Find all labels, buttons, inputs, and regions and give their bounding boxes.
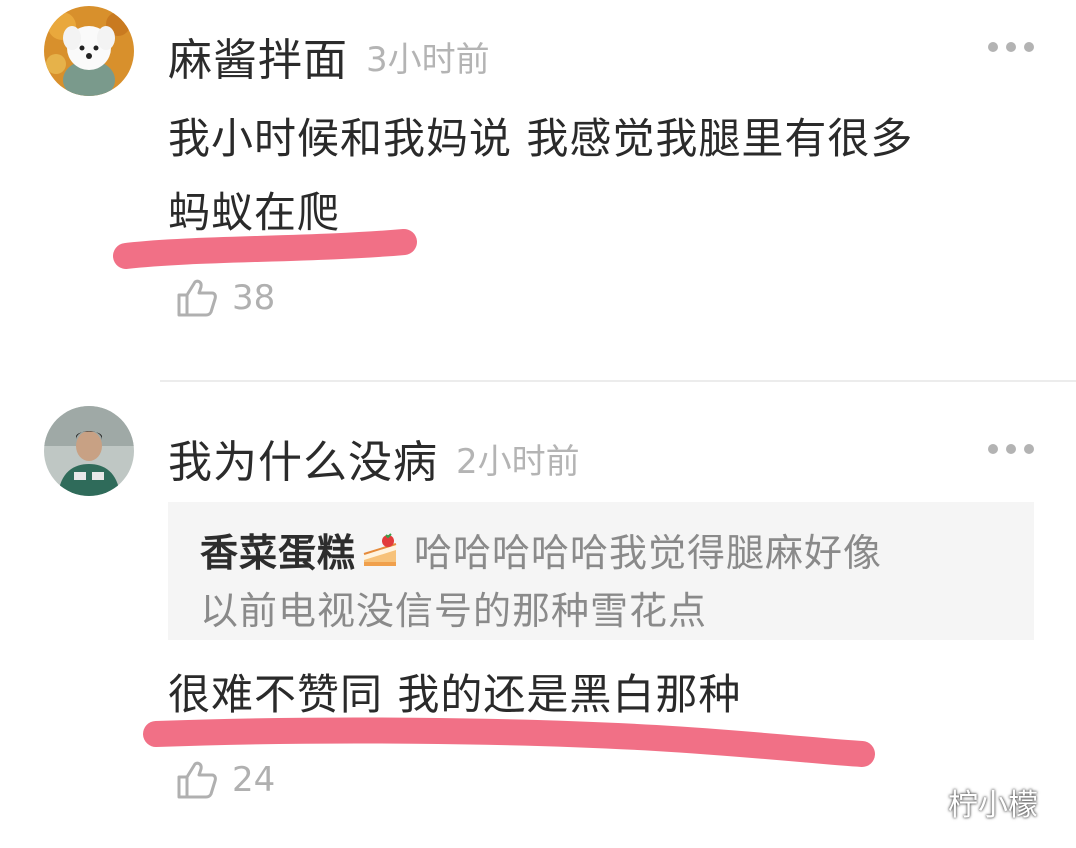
wechat-icon xyxy=(904,783,948,821)
like-button[interactable]: 24 xyxy=(176,760,275,800)
comment-text-line-1: 我小时候和我妈说 我感觉我腿里有很多 xyxy=(168,114,914,163)
quote-text-line-1: 哈哈哈哈哈我觉得腿麻好像 xyxy=(414,531,883,575)
comment-text-line-1: 很难不赞同 我的还是黑白那种 xyxy=(168,670,742,719)
quoted-reply[interactable]: 香菜蛋糕 哈哈哈哈哈我觉得腿麻好像 以前电视没信号的那种雪花点 xyxy=(168,502,1034,640)
quote-line-1: 香菜蛋糕 哈哈哈哈哈我觉得腿麻好像 xyxy=(200,522,882,581)
quote-text-line-2: 以前电视没信号的那种雪花点 xyxy=(200,589,708,633)
username[interactable]: 我为什么没病 xyxy=(168,426,438,490)
like-count: 38 xyxy=(232,278,276,318)
username[interactable]: 麻酱拌面 xyxy=(168,24,348,88)
thumbs-up-icon xyxy=(176,760,218,800)
watermark: 柠小檬 xyxy=(904,780,1038,824)
timestamp: 3小时前 xyxy=(366,40,490,80)
more-dots-icon[interactable] xyxy=(988,40,1034,54)
timestamp: 2小时前 xyxy=(456,442,580,482)
quote-username[interactable]: 香菜蛋糕 xyxy=(200,531,356,575)
cake-emoji-icon xyxy=(360,532,400,581)
thumbs-up-icon xyxy=(176,278,218,318)
avatar[interactable] xyxy=(44,406,134,496)
avatar[interactable] xyxy=(44,6,134,96)
comment-1: 麻酱拌面 3小时前 我小时候和我妈说 我感觉我腿里有很多 蚂蚁在爬 38 xyxy=(0,0,1076,380)
like-count: 24 xyxy=(232,760,276,800)
watermark-text: 柠小檬 xyxy=(948,788,1038,823)
like-button[interactable]: 38 xyxy=(176,278,275,318)
more-dots-icon[interactable] xyxy=(988,442,1034,456)
comment-2: 我为什么没病 2小时前 香菜蛋糕 哈哈哈哈哈我觉得腿麻好像 以前电视没信号的那种… xyxy=(0,382,1076,848)
comment-text-line-2: 蚂蚁在爬 xyxy=(168,188,341,237)
